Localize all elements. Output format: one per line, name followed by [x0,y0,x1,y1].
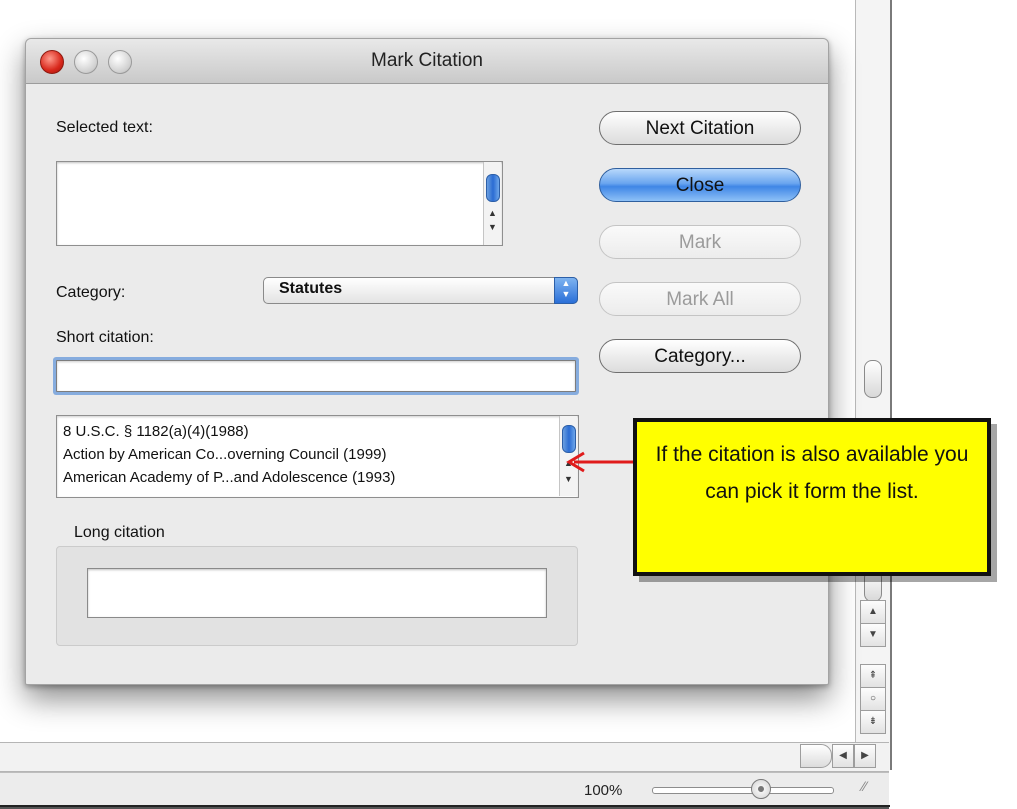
callout-text: If the citation is also available you ca… [655,443,969,503]
short-citation-input[interactable] [56,360,576,392]
zoom-level: 100% [584,782,623,799]
list-item[interactable]: 8 U.S.C. § 1182(a)(4)(1988) [63,423,249,440]
next-page-icon[interactable]: ⇟ [860,710,886,734]
scroll-down-arrow-icon[interactable]: ▼ [486,222,499,233]
selected-text-label: Selected text: [56,119,153,136]
scroll-right-arrow-icon[interactable]: ▶ [854,744,876,768]
category-select[interactable]: Statutes ▲ ▼ [263,277,578,304]
scroll-up-arrow-icon[interactable]: ▲ [486,208,499,219]
category-button[interactable]: Category... [599,339,801,373]
mark-all-button[interactable]: Mark All [599,282,801,316]
annotation-arrow-icon [566,451,636,473]
scroll-thumb[interactable] [486,174,500,202]
dialog-titlebar[interactable]: Mark Citation [26,39,828,84]
mark-citation-dialog: Mark Citation Selected text: ▲ ▼ Categor… [25,38,829,685]
scroll-left-arrow-icon[interactable]: ◀ [832,744,854,768]
annotation-callout: If the citation is also available you ca… [633,418,991,576]
citation-list[interactable]: 8 U.S.C. § 1182(a)(4)(1988) Action by Am… [56,415,579,498]
list-item[interactable]: American Academy of P...and Adolescence … [63,469,395,486]
close-button[interactable]: Close [599,168,801,202]
category-label: Category: [56,284,126,301]
short-citation-label: Short citation: [56,329,154,346]
mark-button[interactable]: Mark [599,225,801,259]
next-citation-button[interactable]: Next Citation [599,111,801,145]
document-scroll-thumb[interactable] [864,360,882,398]
browse-object-icon[interactable]: ○ [860,687,886,711]
long-citation-group [56,546,578,646]
scroll-down-arrow-icon[interactable]: ▼ [860,623,886,647]
previous-page-icon[interactable]: ⇞ [860,664,886,688]
select-stepper-icon[interactable]: ▲ ▼ [554,277,578,304]
zoom-slider-knob[interactable] [751,779,771,799]
horizontal-scrollbar[interactable] [0,742,889,772]
long-citation-label: Long citation [74,524,165,541]
zoom-slider[interactable] [652,787,834,794]
scroll-up-arrow-icon[interactable]: ▲ [860,600,886,624]
selected-text-field[interactable] [56,161,503,246]
horizontal-scroll-thumb[interactable] [800,744,832,768]
dialog-title: Mark Citation [371,50,483,71]
category-value: Statutes [279,280,343,297]
long-citation-input[interactable] [87,568,547,618]
resize-grip-icon[interactable]: ⁄⁄ [862,778,867,794]
selected-text-scrollbar[interactable]: ▲ ▼ [483,162,501,245]
list-item[interactable]: Action by American Co...overning Council… [63,446,387,463]
